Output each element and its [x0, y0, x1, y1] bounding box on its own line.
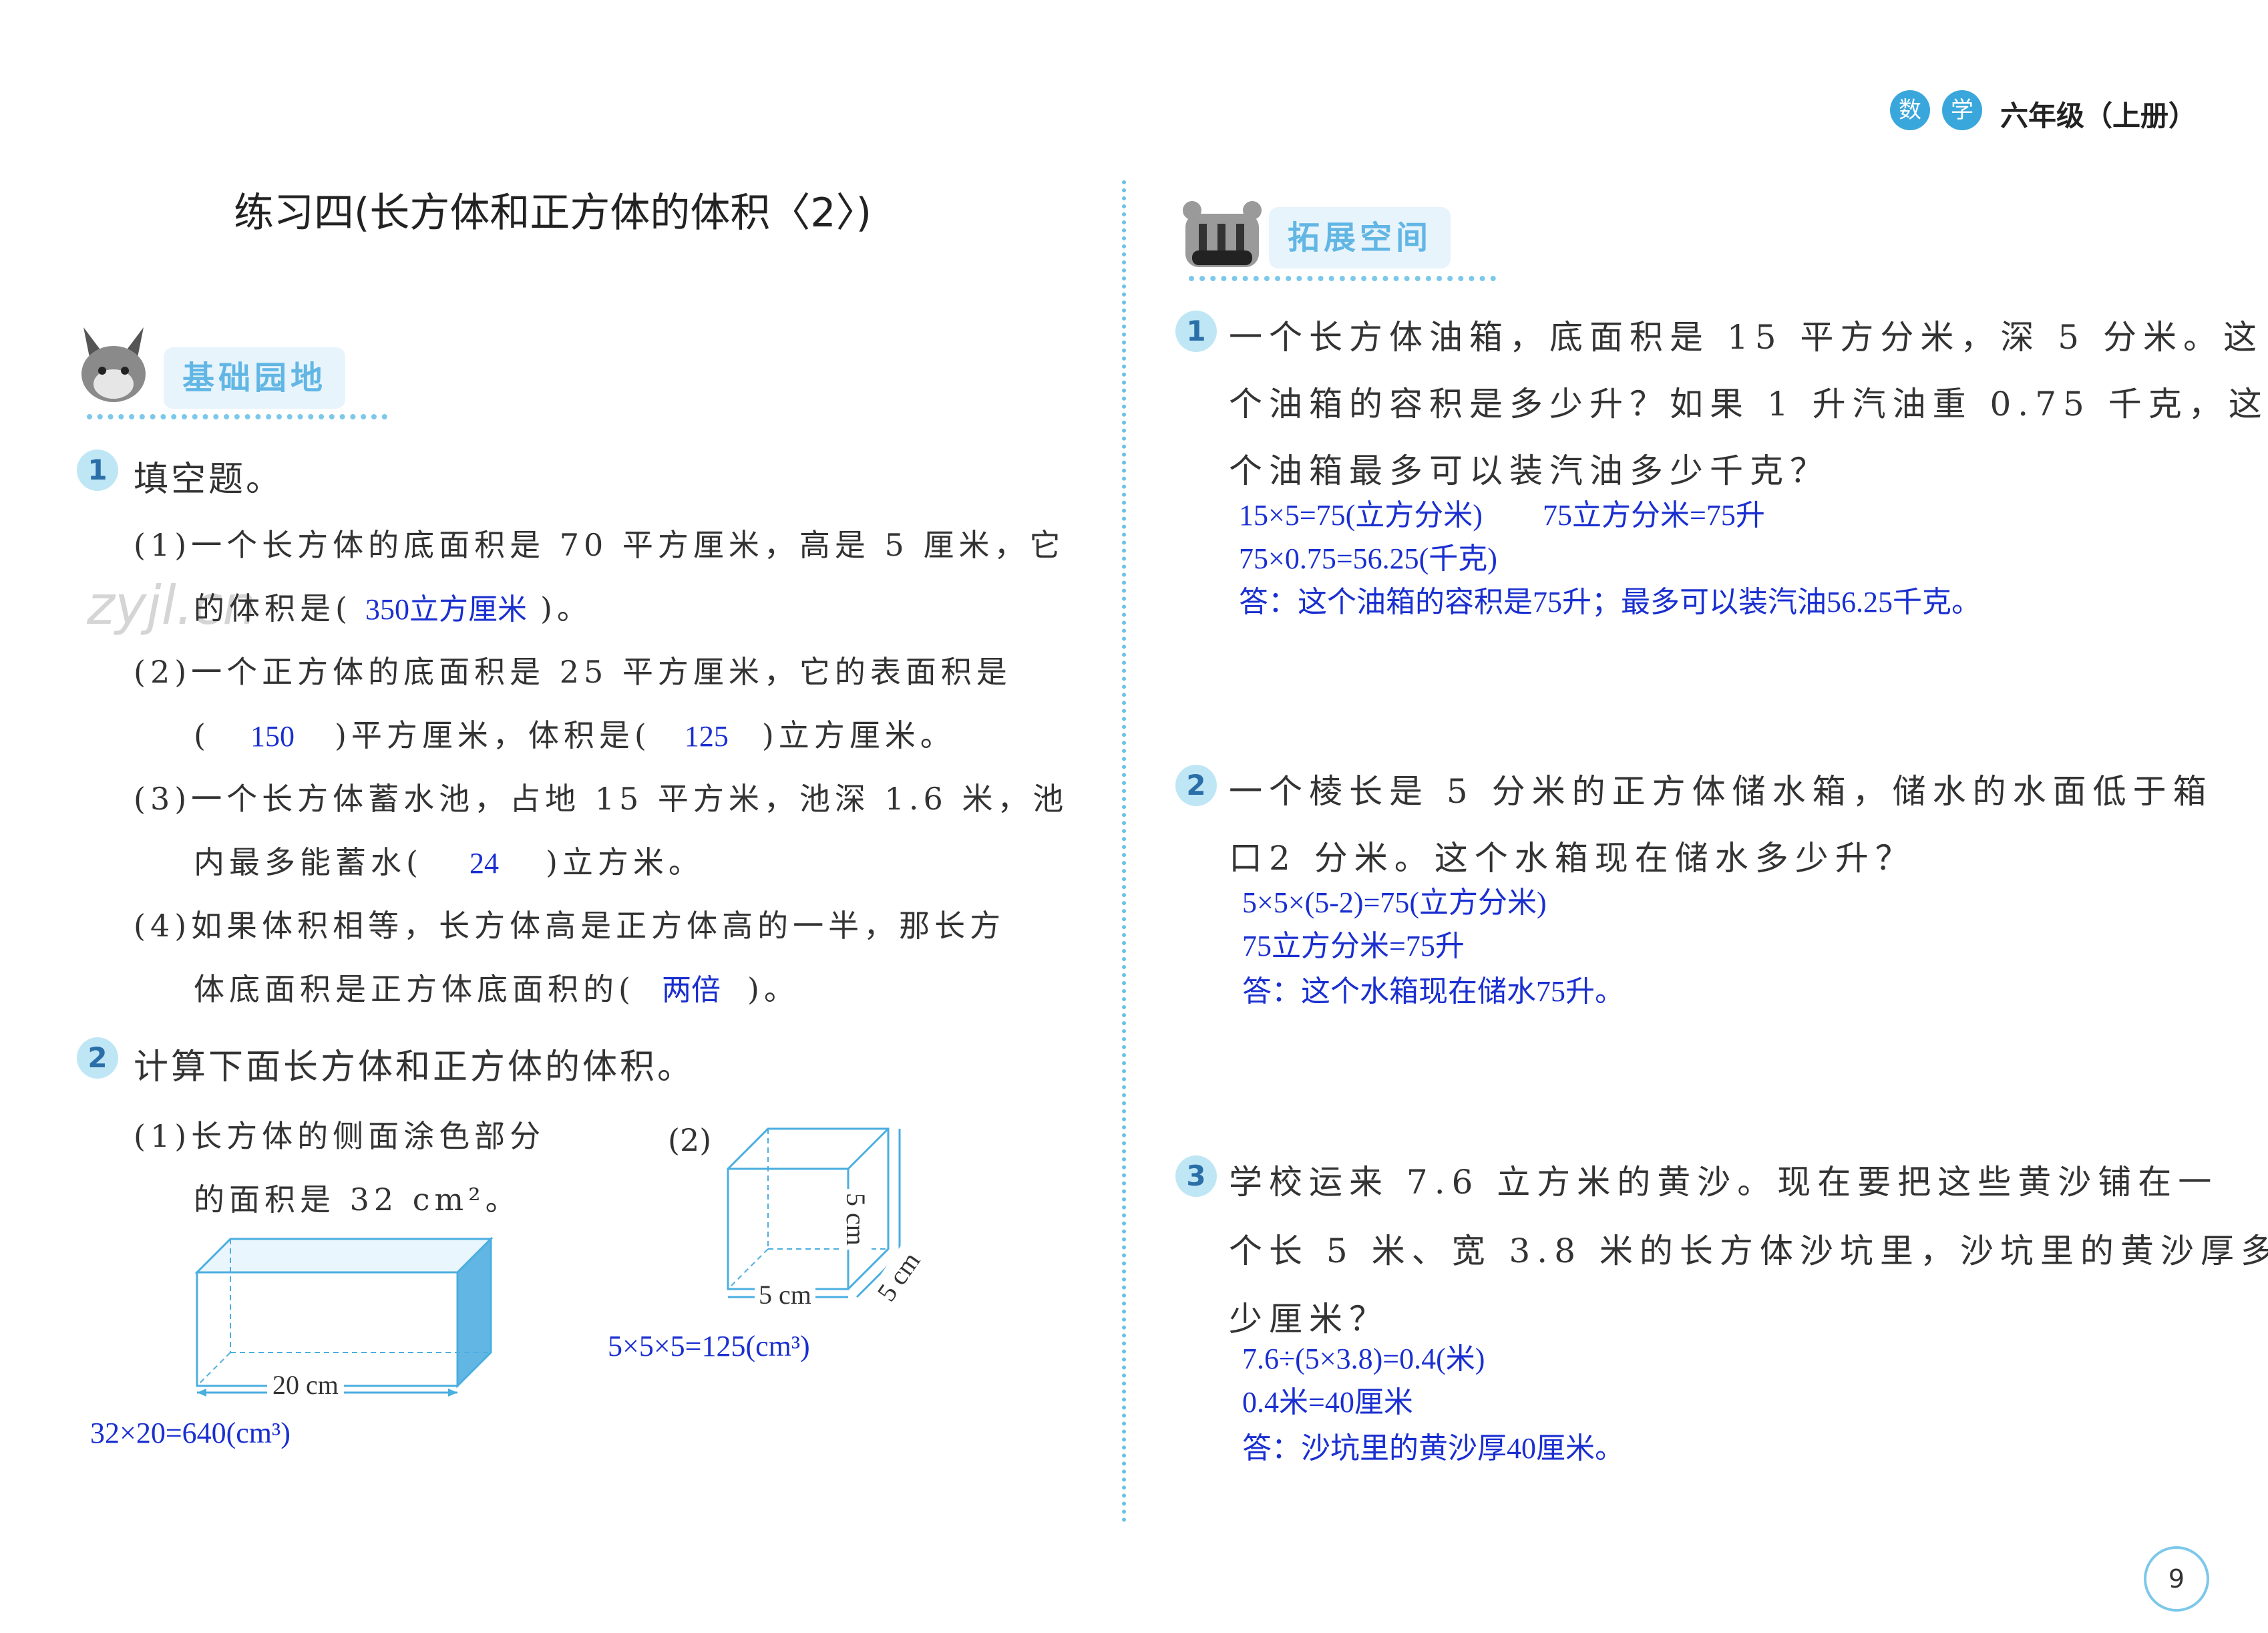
rq1-line2: 个油箱的容积是多少升？如果 1 升汽油重 0.75 千克，这: [1229, 385, 2268, 423]
cube-height-label: 5 cm: [840, 1189, 872, 1250]
q1-p4-pre: 体底面积是正方体底面积的(: [194, 971, 635, 1007]
right-question-number-2: 2: [1175, 765, 1217, 806]
rq1-answer-2[interactable]: 75×0.75=56.25(千克): [1239, 534, 1497, 577]
rq1-answer-3[interactable]: 答：这个油箱的容积是75升；最多可以装汽油56.25千克。: [1239, 578, 1981, 620]
q1-p4-line2: 体底面积是正方体底面积的( 两倍 )。: [194, 965, 799, 1009]
q1-p2-pre: (: [194, 717, 210, 753]
q1-label: 填空题。: [134, 460, 284, 500]
q1-p3-line2: 内最多能蓄水( 24 )立方米。: [194, 838, 704, 882]
q1-p3-line1: (3)一个长方体蓄水池，占地 15 平方米，池深 1.6 米，池: [134, 781, 1069, 817]
q2-label: 计算下面长方体和正方体的体积。: [134, 1047, 695, 1087]
q2-sub1-answer[interactable]: 32×20=640(cm³): [90, 1416, 291, 1450]
q1-p1-post: )。: [540, 590, 592, 626]
question-number-2: 2: [77, 1037, 118, 1079]
q2-sub1-line2: 的面积是 32 cm²。: [194, 1182, 521, 1218]
cuboid-length-label: 20 cm: [267, 1369, 344, 1401]
q1-p3-answer[interactable]: 24: [469, 847, 499, 880]
rq3-line3: 少厘米？: [1229, 1300, 1389, 1338]
rq2-answer-1[interactable]: 5×5×(5-2)=75(立方分米): [1242, 878, 1547, 921]
right-question-number-3: 3: [1175, 1155, 1217, 1197]
q1-p3-post: )立方米。: [545, 844, 704, 880]
cuboid-figure: [190, 1232, 498, 1406]
subject-badge-shu: 数: [1890, 90, 1930, 130]
rq3-answer-2[interactable]: 0.4米=40厘米: [1242, 1378, 1413, 1421]
rq2-answer-3[interactable]: 答：这个水箱现在储水75升。: [1242, 967, 1624, 1010]
rq1-line3: 个油箱最多可以装汽油多少千克？: [1229, 451, 1830, 490]
q1-p2-line1: (2)一个正方体的底面积是 25 平方厘米，它的表面积是: [134, 654, 1012, 690]
q1-p1-line2: 的体积是( 350立方厘米 )。: [194, 584, 592, 628]
mascot-icon-right: [1179, 194, 1266, 274]
grade-label: 六年级（上册）: [2000, 100, 2197, 132]
q1-p2-post: )立方厘米。: [761, 717, 956, 753]
rq3-line2: 个长 5 米、宽 3.8 米的长方体沙坑里，沙坑里的黄沙厚多: [1229, 1232, 2268, 1270]
q1-p2-mid: )平方厘米，体积是(: [334, 717, 651, 753]
rq3-line1: 学校运来 7.6 立方米的黄沙。现在要把这些黄沙铺在一: [1229, 1163, 2219, 1202]
cube-width-label: 5 cm: [755, 1279, 815, 1310]
q1-p1-pre: 的体积是(: [194, 590, 352, 626]
section-tag-extension: 拓展空间: [1269, 207, 1451, 268]
page-number: 9: [2144, 1546, 2209, 1612]
rq1-answer-1a[interactable]: 15×5=75(立方分米): [1239, 491, 1483, 534]
q2-sub2-label: (2): [668, 1122, 712, 1158]
rq3-answer-3[interactable]: 答：沙坑里的黄沙厚40厘米。: [1242, 1424, 1624, 1467]
section-underline-right: [1189, 270, 1496, 281]
center-divider: [1122, 180, 1126, 1523]
rq1-line1: 一个长方体油箱，底面积是 15 平方分米，深 5 分米。这: [1229, 318, 2264, 357]
rq1-answer-1b[interactable]: 75立方分米=75升: [1543, 491, 1765, 534]
q1-p2-answer-1[interactable]: 150: [250, 720, 295, 753]
q1-p1-line1: (1)一个长方体的底面积是 70 平方厘米，高是 5 厘米，它: [134, 527, 1065, 563]
q2-sub2-answer[interactable]: 5×5×5=125(cm³): [608, 1329, 810, 1363]
q1-p1-answer[interactable]: 350立方厘米: [365, 593, 527, 626]
q1-p2-answer-2[interactable]: 125: [685, 720, 729, 753]
q1-p4-post: )。: [747, 971, 799, 1007]
q1-p2-line2: (150 )平方厘米，体积是( 125 )立方厘米。: [194, 711, 956, 755]
section-underline-left: [87, 409, 387, 419]
rq3-answer-1[interactable]: 7.6÷(5×3.8)=0.4(米): [1242, 1334, 1485, 1377]
rq2-line1: 一个棱长是 5 分米的正方体储水箱，储水的水面低于箱: [1229, 772, 2213, 811]
q1-p4-line1: (4)如果体积相等，长方体高是正方体高的一半，那长方: [134, 908, 1006, 944]
q1-p4-answer[interactable]: 两倍: [662, 974, 721, 1007]
mascot-icon-left: [77, 321, 150, 407]
page-title: 练习四(长方体和正方体的体积〈2〉): [234, 190, 872, 236]
q2-sub1-line1: (1)长方体的侧面涂色部分: [134, 1118, 546, 1154]
section-tag-basic: 基础园地: [164, 347, 346, 409]
rq2-line2: 口2 分米。这个水箱现在储水多少升？: [1229, 839, 1915, 878]
right-question-number-1: 1: [1175, 311, 1217, 352]
question-number-1: 1: [77, 449, 118, 491]
q1-p3-pre: 内最多能蓄水(: [194, 844, 423, 880]
subject-badge-xue: 学: [1942, 90, 1982, 130]
rq2-answer-2[interactable]: 75立方分米=75升: [1242, 922, 1465, 964]
